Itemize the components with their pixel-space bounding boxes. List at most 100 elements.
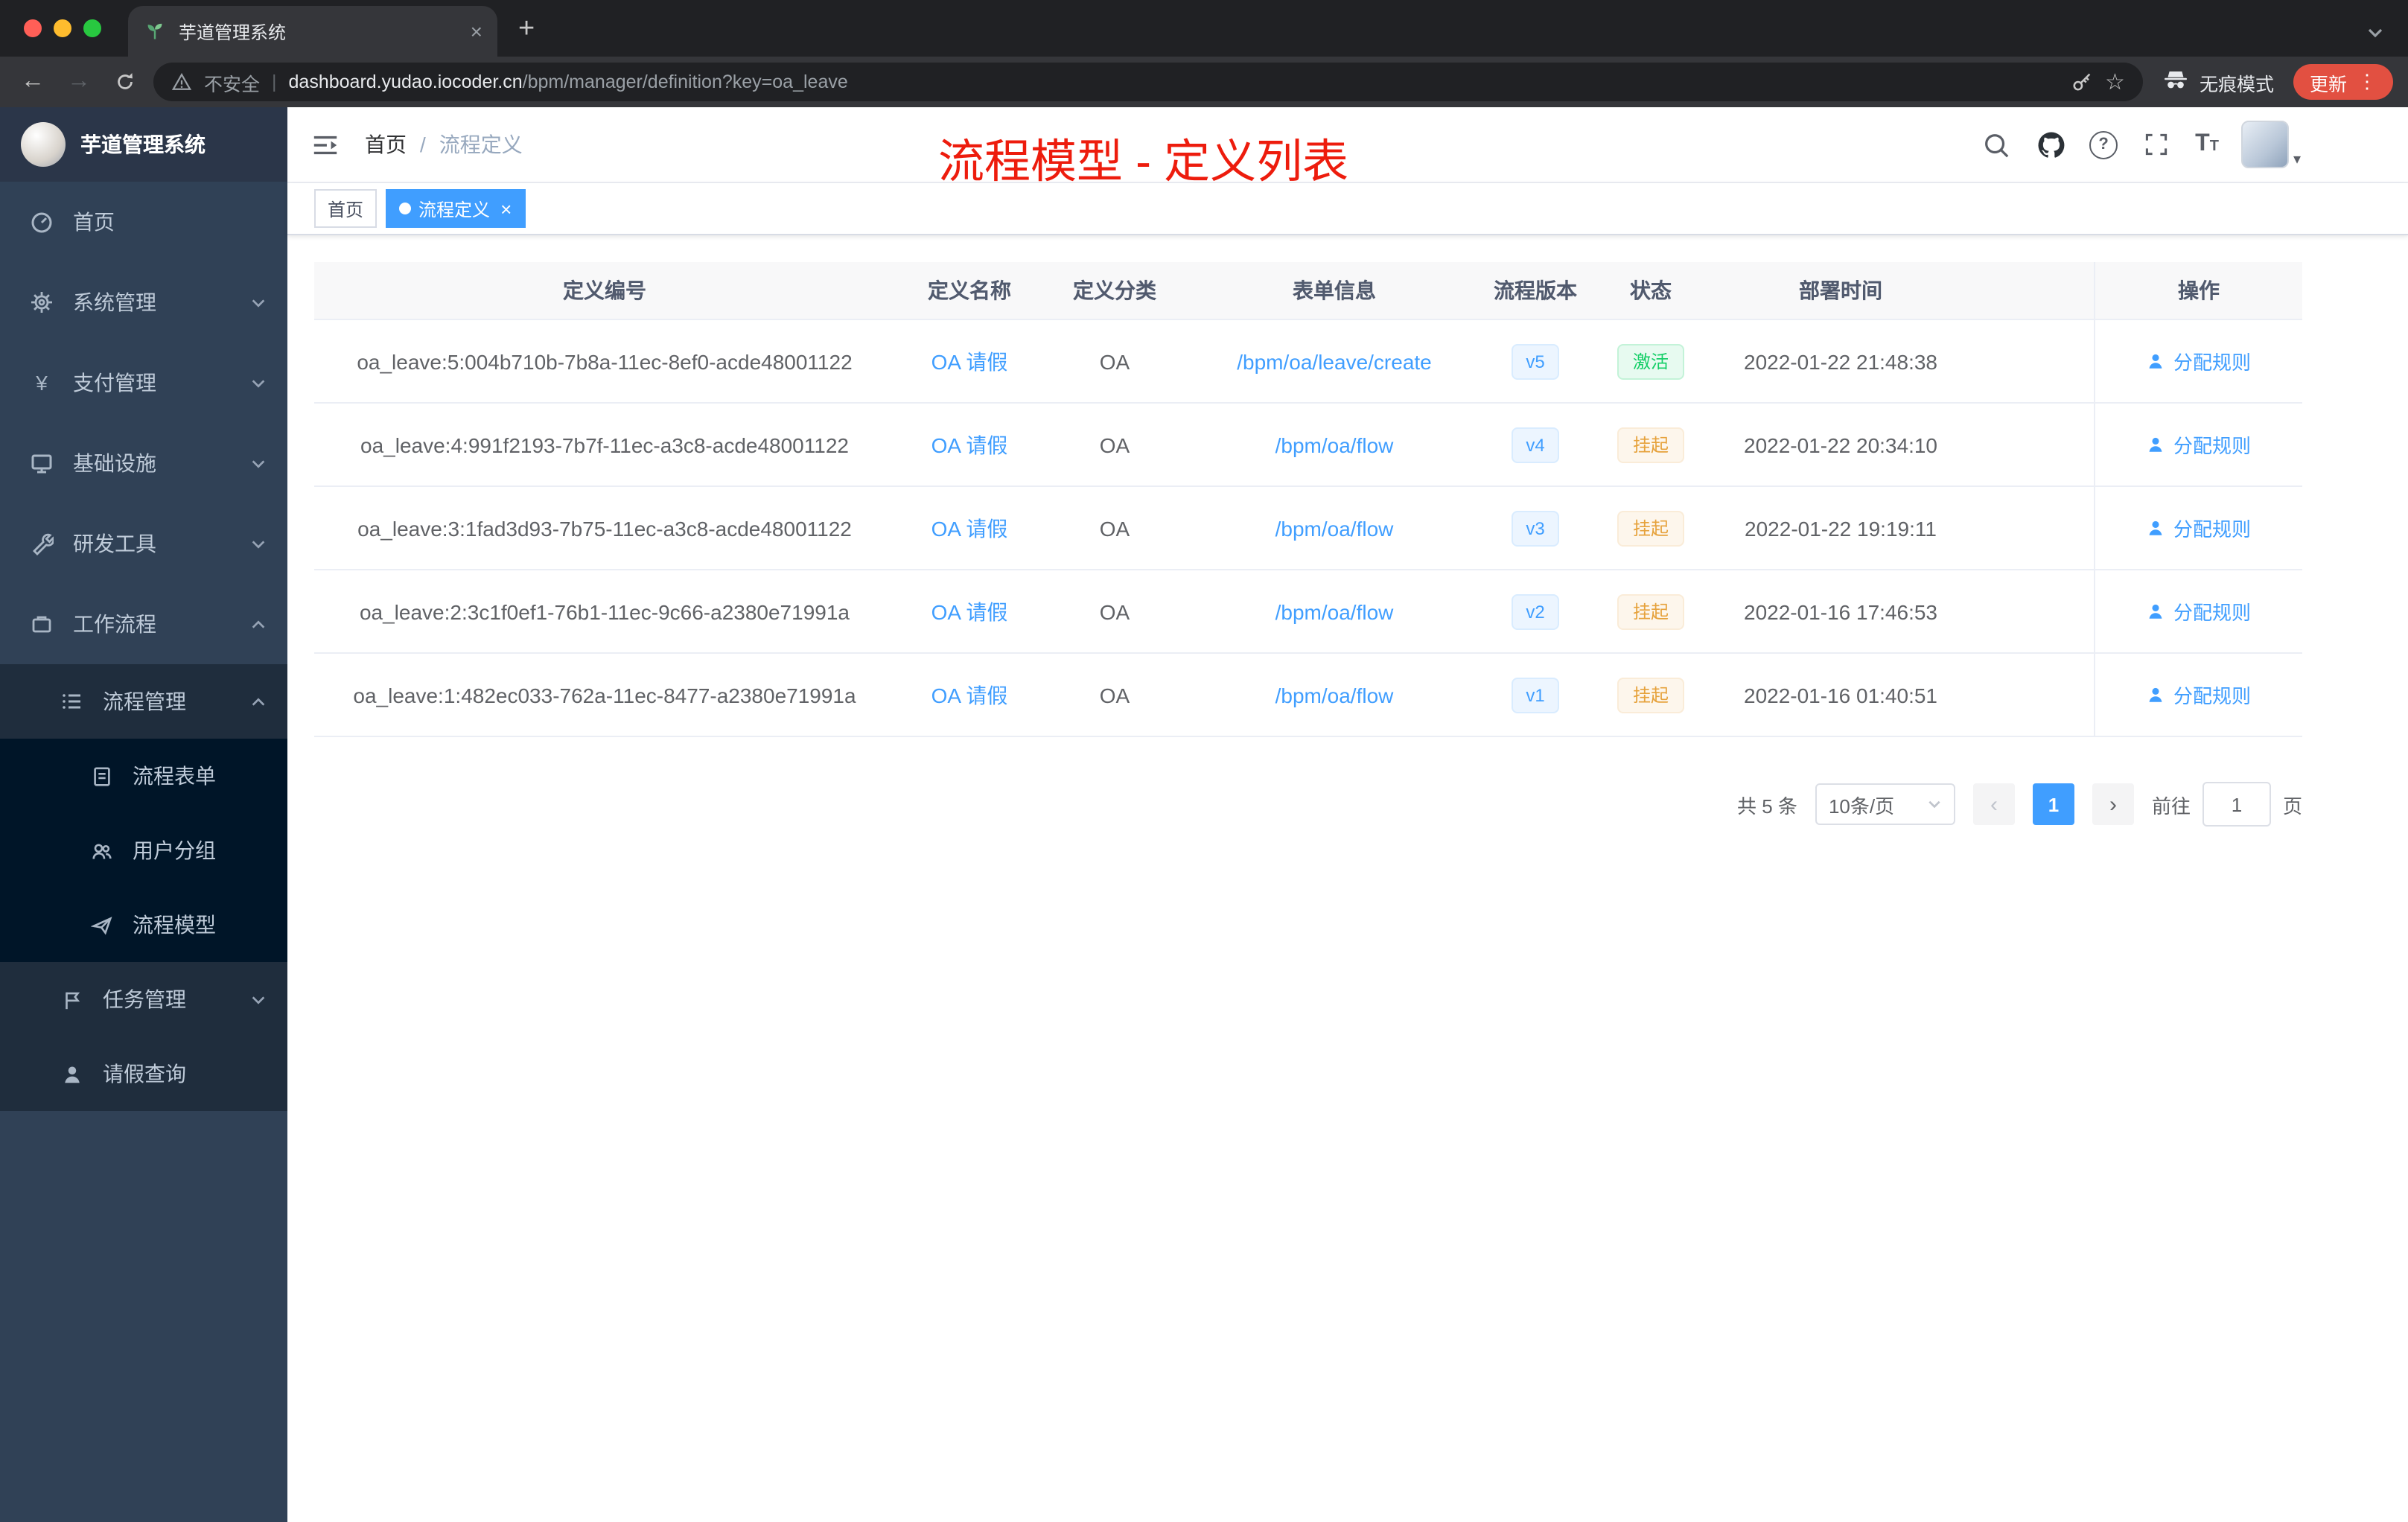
row-filler	[1967, 487, 2094, 569]
sidebar-item-home[interactable]: 首页	[0, 182, 287, 262]
process-management-submenu: 流程表单 用户分组 流程模型	[0, 739, 287, 962]
assign-rule-button[interactable]: 分配规则	[2147, 430, 2251, 459]
incognito-icon	[2162, 66, 2189, 98]
chrome-update-button[interactable]: 更新 ⋮	[2293, 64, 2393, 100]
form-info-link[interactable]: /bpm/oa/flow	[1275, 433, 1394, 456]
yen-icon: ¥	[36, 371, 48, 395]
sidebar-item-label: 流程管理	[103, 690, 186, 713]
column-header: 定义名称	[928, 278, 1011, 302]
sidebar-item-label: 任务管理	[103, 987, 186, 1011]
user-menu[interactable]: ▾	[2240, 121, 2301, 168]
column-header: 定义编号	[563, 278, 646, 302]
reload-button[interactable]	[107, 64, 143, 100]
person-icon	[2150, 687, 2163, 702]
sidebar-item-user-group[interactable]: 用户分组	[0, 813, 287, 888]
bookmark-star-icon[interactable]: ☆	[2105, 69, 2125, 95]
column-filler	[1967, 262, 2094, 319]
app-window: 芋道管理系统 首页 系统管理 ¥ 支付管理 基础设施 研发工具 工作流程 流程管…	[0, 107, 2408, 1522]
version-badge: v2	[1511, 593, 1560, 629]
sidebar-item-system[interactable]: 系统管理	[0, 262, 287, 343]
password-key-icon[interactable]	[2069, 70, 2093, 94]
assign-rule-button[interactable]: 分配规则	[2147, 347, 2251, 375]
tag-home[interactable]: 首页	[314, 189, 378, 228]
form-info-link[interactable]: /bpm/oa/flow	[1275, 516, 1394, 540]
sidebar-item-infrastructure[interactable]: 基础设施	[0, 423, 287, 503]
not-secure-warning-icon[interactable]	[171, 71, 192, 92]
row-filler	[1967, 654, 2094, 736]
fullscreen-icon[interactable]	[2140, 128, 2173, 161]
header-actions: ? TT ▾	[1979, 121, 2301, 168]
sidebar-item-process-model[interactable]: 流程模型	[0, 888, 287, 962]
tag-process-definition[interactable]: 流程定义 ×	[386, 189, 526, 228]
url-path: /bpm/manager/definition?key=oa_leave	[522, 71, 848, 92]
pagination-total: 共 5 条	[1737, 795, 1797, 817]
goto-prefix: 前往	[2151, 795, 2191, 817]
goto-suffix: 页	[2282, 795, 2302, 817]
chevron-down-icon	[250, 375, 267, 391]
definition-name-link[interactable]: OA 请假	[931, 346, 1008, 376]
form-info-link[interactable]: /bpm/oa/flow	[1275, 599, 1394, 623]
definition-name-link[interactable]: OA 请假	[931, 680, 1008, 710]
sidebar-logo[interactable]: 芋道管理系统	[0, 107, 287, 182]
form-info-link[interactable]: /bpm/oa/leave/create	[1237, 349, 1432, 373]
sidebar-item-workflow[interactable]: 工作流程	[0, 584, 287, 664]
sidebar-item-payment[interactable]: ¥ 支付管理	[0, 343, 287, 423]
user-avatar[interactable]	[2240, 121, 2289, 168]
status-badge: 挂起	[1617, 427, 1684, 462]
font-size-icon[interactable]: TT	[2195, 132, 2219, 156]
version-badge: v4	[1511, 427, 1560, 462]
tab-close-icon[interactable]: ×	[471, 21, 482, 42]
logo-avatar	[21, 122, 66, 167]
definition-name-link[interactable]: OA 请假	[931, 513, 1008, 543]
browser-tab-strip: 芋道管理系统 × +	[0, 0, 2408, 57]
next-page-button[interactable]: ›	[2092, 783, 2134, 825]
sidebar-item-process-form[interactable]: 流程表单	[0, 739, 287, 813]
hamburger-menu-icon[interactable]	[311, 130, 340, 159]
minimize-window-button[interactable]	[54, 19, 71, 37]
browser-menu-icon[interactable]: ⋮	[2357, 70, 2377, 94]
sidebar-item-devtools[interactable]: 研发工具	[0, 503, 287, 584]
zoom-window-button[interactable]	[83, 19, 101, 37]
pagination-goto: 前往 页	[2152, 782, 2302, 827]
sidebar-item-task-management[interactable]: 任务管理	[0, 962, 287, 1037]
close-window-button[interactable]	[24, 19, 42, 37]
definition-category: OA	[1099, 516, 1130, 540]
definition-name-link[interactable]: OA 请假	[931, 596, 1008, 626]
chevron-down-icon	[1927, 797, 1942, 812]
url-bar[interactable]: 不安全 | dashboard.yudao.iocoder.cn/bpm/man…	[153, 63, 2143, 101]
assign-rule-button[interactable]: 分配规则	[2147, 597, 2251, 625]
sidebar-item-label: 系统管理	[73, 290, 156, 314]
new-tab-button[interactable]: +	[497, 13, 555, 57]
column-header: 状态	[1630, 278, 1672, 302]
definition-name-link[interactable]: OA 请假	[931, 430, 1008, 459]
browser-tab[interactable]: 芋道管理系统 ×	[128, 6, 497, 57]
help-icon[interactable]: ?	[2089, 130, 2118, 159]
dashboard-icon	[30, 210, 54, 234]
search-icon[interactable]	[1979, 128, 2012, 161]
tag-close-icon[interactable]: ×	[500, 199, 512, 218]
sidebar-item-process-management[interactable]: 流程管理	[0, 664, 287, 739]
briefcase-icon	[30, 612, 54, 636]
page-size-select[interactable]: 10条/页	[1815, 783, 1955, 825]
page-number-button[interactable]: 1	[2032, 783, 2074, 825]
deploy-time: 2022-01-16 01:40:51	[1744, 683, 1937, 707]
assign-rule-button[interactable]: 分配规则	[2147, 514, 2251, 542]
person-icon	[2150, 520, 2163, 535]
form-info-link[interactable]: /bpm/oa/flow	[1275, 683, 1394, 707]
back-button[interactable]: ←	[15, 64, 51, 100]
definition-id: oa_leave:1:482ec033-762a-11ec-8477-a2380…	[353, 683, 856, 707]
assign-rule-button[interactable]: 分配规则	[2147, 681, 2251, 709]
breadcrumb-home[interactable]: 首页	[365, 130, 407, 159]
goto-page-input[interactable]	[2202, 782, 2271, 827]
sidebar-item-leave-query[interactable]: 请假查询	[0, 1037, 287, 1111]
browser-toolbar: ← → 不安全 | dashboard.yudao.iocoder.cn/bpm…	[0, 57, 2408, 107]
prev-page-button: ‹	[1972, 783, 2015, 825]
chevron-down-icon	[250, 991, 267, 1007]
sidebar-item-label: 流程模型	[133, 913, 216, 937]
update-label: 更新	[2309, 74, 2347, 95]
main-panel: 首页 / 流程定义 ? TT ▾ 首页 流程定义 × 定义编号 定义名称 定义分…	[287, 107, 2408, 1522]
security-label[interactable]: 不安全	[204, 68, 260, 96]
github-icon[interactable]	[2034, 128, 2067, 161]
url-text[interactable]: dashboard.yudao.iocoder.cn/bpm/manager/d…	[289, 71, 2058, 92]
tab-search-chevron-icon[interactable]	[2366, 24, 2384, 42]
